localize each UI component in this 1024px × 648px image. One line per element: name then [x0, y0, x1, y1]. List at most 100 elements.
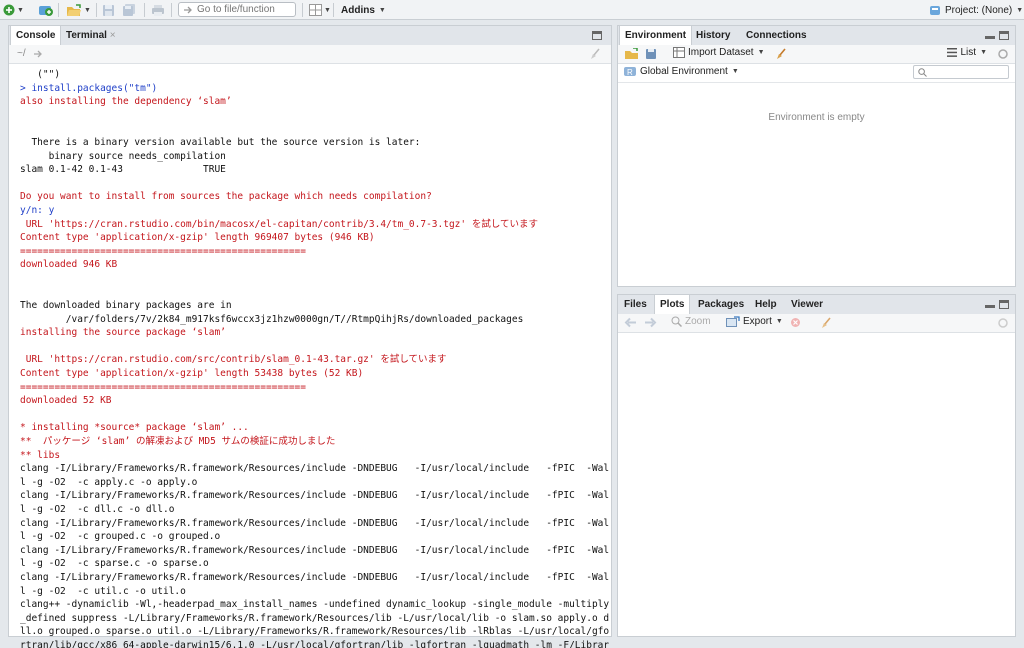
plot-area	[618, 333, 1015, 636]
list-view-menu[interactable]: List ▼	[946, 47, 987, 58]
environment-tabbar: Environment History Connections	[618, 26, 1015, 46]
save-icon[interactable]	[645, 48, 657, 60]
tab-label: Files	[624, 299, 647, 310]
plots-pane: Files Plots Packages Help Viewer Zoom Ex…	[617, 294, 1016, 637]
plots-toolbar: Zoom Export ▼	[618, 314, 1015, 333]
console-line: binary source needs_compilation	[20, 150, 226, 162]
console-line: downloaded 52 KB	[20, 395, 112, 407]
broom-icon[interactable]	[775, 48, 787, 60]
minimize-button[interactable]	[985, 31, 995, 39]
close-icon[interactable]: ×	[110, 30, 116, 41]
project-icon	[39, 6, 53, 16]
tab-environment[interactable]: Environment	[619, 26, 693, 46]
console-tabbar: Console Terminal ×	[9, 26, 611, 46]
maximize-button[interactable]	[999, 300, 1009, 309]
tab-help[interactable]: Help	[750, 295, 782, 314]
goto-dir-icon[interactable]	[33, 49, 43, 59]
console-line: ("")	[20, 69, 61, 80]
project-label: Project: (None)	[945, 4, 1013, 16]
save-icon	[103, 4, 114, 16]
console-line: clang -I/Library/Frameworks/R.framework/…	[20, 490, 610, 502]
zoom-button[interactable]: Zoom	[671, 316, 711, 327]
tab-connections[interactable]: Connections	[741, 26, 812, 45]
console-line: Do you want to install from sources the …	[20, 191, 432, 203]
console-line: also installing the dependency ‘slam’	[20, 96, 232, 108]
console-line: clang -I/Library/Frameworks/R.framework/…	[20, 517, 610, 529]
import-dataset-menu[interactable]: Import Dataset ▼	[673, 47, 765, 58]
working-dir-path[interactable]: ~/	[17, 48, 26, 59]
console-line: Content type 'application/x-gzip' length…	[20, 232, 375, 244]
console-line: ** libs	[20, 449, 61, 461]
maximize-button[interactable]	[999, 31, 1009, 40]
console-line: l -g -O2 -c dll.c -o dll.o	[20, 504, 175, 515]
addins-menu[interactable]: Addins ▼	[341, 2, 386, 18]
console-line: ** パッケージ ‘slam’ の解凍および MD5 サムの検証に成功しました	[20, 436, 336, 448]
console-line: /var/folders/7v/2k84_m917ksf6wccx3jz1hzw…	[20, 313, 524, 325]
console-line: * installing *source* package ‘slam’ ...	[20, 422, 249, 434]
load-workspace-icon[interactable]	[624, 48, 639, 60]
r-env-icon: R	[624, 67, 636, 77]
console-line: l -g -O2 -c util.c -o util.o	[20, 585, 186, 597]
goto-file-box[interactable]	[178, 2, 296, 17]
console-line: There is a binary version available but …	[20, 136, 421, 148]
console-line: clang++ -dynamiclib -Wl,-headerpad_max_i…	[20, 599, 610, 611]
chevron-down-icon: ▼	[731, 68, 739, 75]
remove-plot-icon[interactable]	[790, 317, 801, 328]
tab-label: Terminal	[66, 30, 107, 41]
environment-scope-menu[interactable]: R Global Environment ▼	[624, 66, 739, 77]
console-line: slam 0.1-42 0.1-43 TRUE	[20, 164, 226, 176]
goto-file-input[interactable]	[197, 4, 287, 15]
open-file-button[interactable]: ▼	[66, 2, 91, 18]
new-project-button[interactable]	[38, 2, 54, 18]
tab-history[interactable]: History	[691, 26, 735, 45]
search-icon	[918, 68, 927, 77]
broom-icon[interactable]	[589, 48, 601, 60]
console-pane: Console Terminal × ~/ ("") > install.pack…	[8, 25, 612, 648]
environment-search-input[interactable]	[913, 65, 1009, 79]
console-line: URL 'https://cran.rstudio.com/bin/macosx…	[20, 218, 539, 230]
grid-icon	[309, 4, 322, 16]
export-menu[interactable]: Export ▼	[726, 316, 783, 327]
tab-terminal[interactable]: Terminal ×	[61, 26, 121, 45]
tab-viewer[interactable]: Viewer	[786, 295, 828, 314]
console-output[interactable]: ("") > install.packages("tm") also install…	[9, 68, 613, 648]
save-button[interactable]	[102, 2, 115, 18]
broom-icon[interactable]	[820, 317, 832, 329]
save-all-icon	[123, 3, 135, 16]
list-icon	[946, 48, 957, 57]
tab-plots[interactable]: Plots	[654, 295, 691, 315]
list-view-label: List	[960, 47, 977, 58]
back-arrow-icon[interactable]	[624, 317, 637, 328]
tab-label: Console	[16, 30, 56, 41]
console-line: installing the source package ‘slam’	[20, 327, 226, 339]
tab-console[interactable]: Console	[10, 26, 62, 46]
console-line: downloaded 946 KB	[20, 259, 118, 271]
console-line: Content type 'application/x-gzip' length…	[20, 368, 364, 380]
chevron-down-icon: ▼	[775, 318, 783, 325]
save-all-button[interactable]	[122, 2, 136, 18]
maximize-button[interactable]	[592, 31, 602, 40]
print-button[interactable]	[151, 2, 165, 18]
print-icon	[152, 4, 164, 16]
tab-files[interactable]: Files	[619, 295, 652, 314]
console-line: ========================================…	[20, 245, 306, 257]
chevron-down-icon: ▼	[17, 6, 24, 14]
new-file-button[interactable]: ▼	[3, 2, 24, 18]
zoom-icon	[671, 316, 682, 327]
project-menu[interactable]: Project: (None) ▼	[929, 2, 1023, 18]
export-icon	[726, 316, 740, 327]
goto-arrow-icon	[184, 6, 192, 13]
minimize-button[interactable]	[985, 300, 995, 308]
tab-label: Viewer	[791, 299, 824, 310]
tab-packages[interactable]: Packages	[693, 295, 749, 314]
refresh-icon[interactable]	[997, 317, 1009, 329]
refresh-icon[interactable]	[997, 48, 1009, 60]
console-path-bar: ~/	[9, 45, 611, 64]
forward-arrow-icon[interactable]	[644, 317, 657, 328]
layout-button[interactable]: ▼	[309, 2, 331, 18]
console-line: y/n: y	[20, 204, 55, 216]
